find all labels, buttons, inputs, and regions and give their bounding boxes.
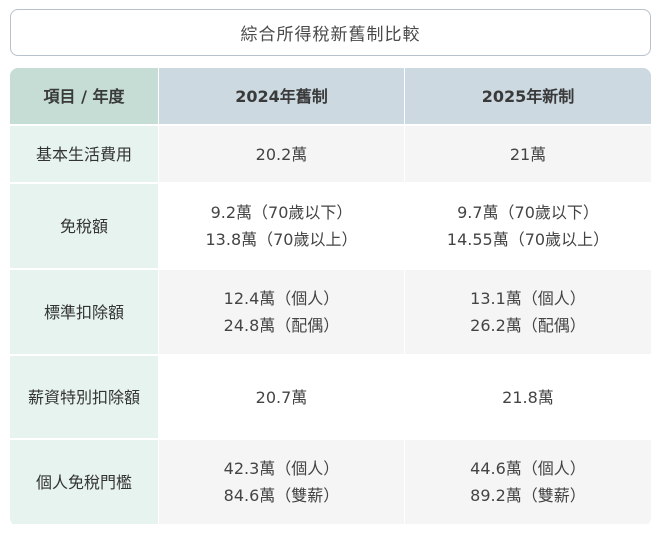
value-line: 13.8萬（70歲以上） — [205, 230, 358, 249]
cell-salary-deduction-new: 21.8萬 — [405, 356, 651, 440]
cell-salary-deduction-old: 20.7萬 — [159, 356, 405, 440]
value-line: 42.3萬（個人） — [223, 459, 340, 478]
page-title: 綜合所得稅新舊制比較 — [10, 9, 651, 56]
cell-exemption-old: 9.2萬（70歲以下） 13.8萬（70歲以上） — [159, 184, 405, 270]
value-line: 9.7萬（70歲以下） — [457, 203, 599, 222]
cell-threshold-new: 44.6萬（個人） 89.2萬（雙薪） — [405, 440, 651, 526]
header-2024-old: 2024年舊制 — [159, 68, 405, 126]
cell-standard-deduction-new: 13.1萬（個人） 26.2萬（配偶） — [405, 270, 651, 356]
value-line: 24.8萬（配偶） — [223, 316, 340, 335]
value-line: 14.55萬（70歲以上） — [446, 230, 610, 249]
value-line: 20.2萬 — [255, 144, 308, 164]
row-label-exemption: 免稅額 — [10, 184, 159, 270]
value-line: 84.6萬（雙薪） — [223, 486, 340, 505]
value-line: 9.2萬（70歲以下） — [210, 203, 353, 222]
value-line: 21萬 — [509, 144, 547, 164]
cell-basic-living-new: 21萬 — [405, 126, 651, 184]
value-line: 21.8萬 — [502, 387, 554, 407]
cell-exemption-new: 9.7萬（70歲以下） 14.55萬（70歲以上） — [405, 184, 651, 270]
header-2025-new: 2025年新制 — [405, 68, 651, 126]
value-line: 26.2萬（配偶） — [470, 316, 586, 335]
row-label-standard-deduction: 標準扣除額 — [10, 270, 159, 356]
cell-basic-living-old: 20.2萬 — [159, 126, 405, 184]
row-label-salary-special-deduction: 薪資特別扣除額 — [10, 356, 159, 440]
cell-threshold-old: 42.3萬（個人） 84.6萬（雙薪） — [159, 440, 405, 526]
value-line: 12.4萬（個人） — [223, 289, 340, 308]
cell-standard-deduction-old: 12.4萬（個人） 24.8萬（配偶） — [159, 270, 405, 356]
value-line: 20.7萬 — [255, 387, 308, 407]
value-line: 89.2萬（雙薪） — [470, 486, 586, 505]
value-line: 13.1萬（個人） — [470, 289, 586, 308]
row-label-personal-tax-free-threshold: 個人免稅門檻 — [10, 440, 159, 526]
header-item-year: 項目 / 年度 — [10, 68, 159, 126]
row-label-basic-living-expense: 基本生活費用 — [10, 126, 159, 184]
value-line: 44.6萬（個人） — [470, 459, 586, 478]
comparison-table: 項目 / 年度 2024年舊制 2025年新制 基本生活費用 20.2萬 21萬… — [10, 68, 651, 526]
